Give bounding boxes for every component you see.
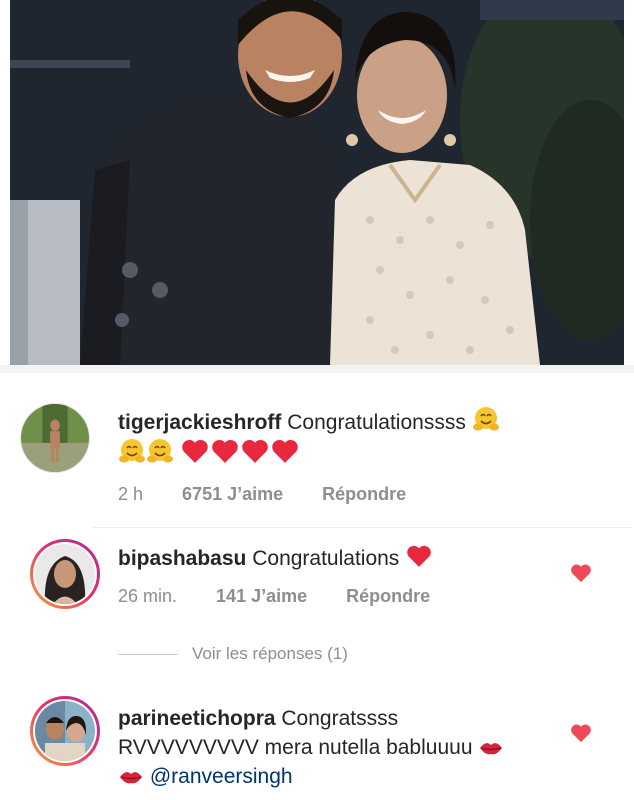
comment-username[interactable]: bipashabasu — [118, 547, 246, 570]
avatar[interactable] — [30, 539, 100, 609]
reply-button[interactable]: Répondre — [346, 586, 430, 606]
comment-body: parineetichopra Congratssss RVVVVVVVVV m… — [118, 704, 558, 791]
view-replies-line — [118, 653, 178, 655]
comment-likes[interactable]: 6751 J’aime — [182, 484, 283, 504]
comment-time: 26 min. — [118, 586, 178, 606]
view-replies-label: Voir les réponses (1) — [192, 644, 348, 663]
comment-text: Congratssss — [281, 707, 399, 730]
couple-photo-icon — [10, 0, 624, 365]
red-heart-icon — [212, 440, 238, 463]
post-photo — [10, 0, 624, 365]
comment-text-line2: RVVVVVVVVV mera nutella babluuuu — [118, 736, 473, 759]
comment-meta: 26 min. 141 J’aime Répondre — [118, 586, 464, 607]
comment-likes[interactable]: 141 J’aime — [216, 586, 307, 606]
comment-body: tigerjackieshroff Congratulationssss — [118, 405, 608, 469]
hugging-emoji-icon — [119, 439, 145, 463]
avatar-inner — [33, 699, 97, 763]
avatar[interactable] — [20, 403, 90, 473]
divider — [92, 527, 632, 528]
like-heart-icon[interactable] — [570, 723, 592, 743]
red-heart-icon — [242, 440, 268, 463]
photo-divider — [0, 365, 634, 373]
red-heart-icon — [272, 440, 298, 463]
kiss-lips-icon — [120, 772, 142, 784]
comment-meta: 2 h 6751 J’aime Répondre — [118, 484, 440, 505]
comment-username[interactable]: tigerjackieshroff — [118, 411, 281, 434]
kiss-lips-icon — [480, 743, 503, 755]
hugging-emoji-icon — [147, 439, 173, 463]
comment-text: Congratulationssss — [287, 411, 466, 434]
like-heart-icon[interactable] — [570, 563, 592, 583]
avatar-photo-icon — [35, 544, 95, 604]
comment-time: 2 h — [118, 484, 144, 504]
avatar[interactable] — [30, 696, 100, 766]
view-replies-button[interactable]: Voir les réponses (1) — [118, 644, 348, 664]
red-heart-icon — [182, 440, 208, 463]
hugging-emoji-icon — [472, 407, 499, 431]
comment-parineetichopra: parineetichopra Congratssss RVVVVVVVVV m… — [0, 690, 634, 800]
comment-text: Congratulations — [252, 547, 400, 570]
comment-tigerjackieshroff: tigerjackieshroff Congratulationssss 2 h… — [0, 395, 634, 525]
avatar-photo-icon — [35, 701, 95, 761]
comment-bipashabasu: bipashabasu Congratulations 26 min. 141 … — [0, 530, 634, 630]
emoji-line — [118, 439, 300, 466]
comment-body: bipashabasu Congratulations — [118, 544, 558, 573]
comment-username[interactable]: parineetichopra — [118, 707, 276, 730]
mention-link[interactable]: @ranveersingh — [150, 765, 293, 788]
avatar-inner — [33, 542, 97, 606]
avatar-photo-icon — [21, 404, 89, 472]
red-heart-icon — [407, 545, 431, 567]
reply-button[interactable]: Répondre — [322, 484, 406, 504]
